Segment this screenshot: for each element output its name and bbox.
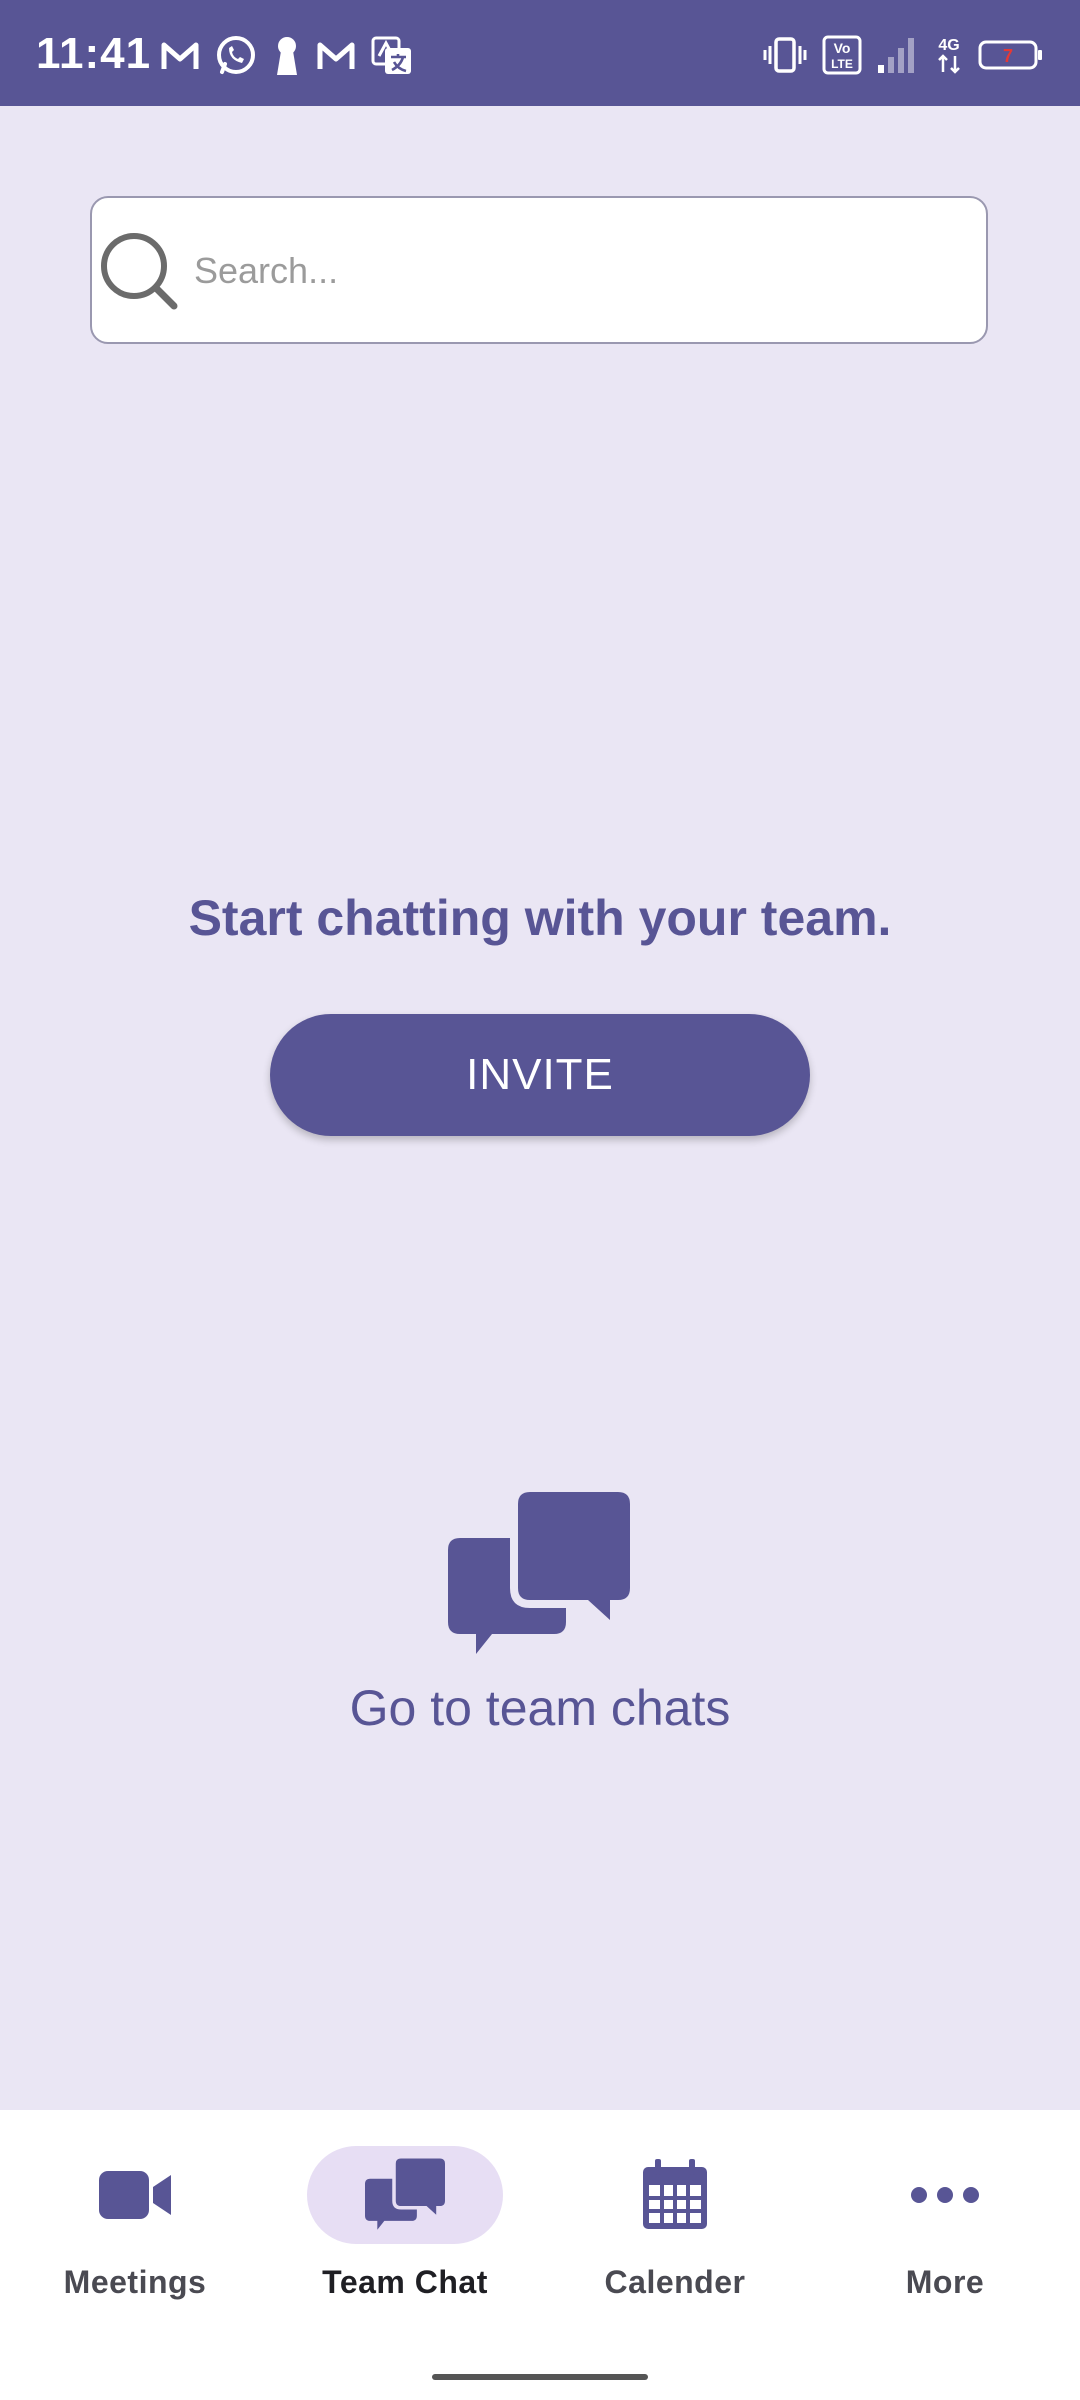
- translate-icon: [370, 35, 414, 77]
- chat-bubbles-icon: [365, 2155, 445, 2235]
- nav-label-meetings: Meetings: [63, 2264, 207, 2300]
- invite-button[interactable]: INVITE: [270, 1014, 810, 1136]
- nav-item-meetings[interactable]: Meetings: [35, 2146, 235, 2346]
- search-icon[interactable]: [98, 230, 180, 312]
- nav-item-more[interactable]: More: [845, 2146, 1045, 2346]
- svg-text:4G: 4G: [938, 37, 959, 54]
- nav-label-more: More: [905, 2264, 985, 2300]
- status-bar: 11:41 Vo LTE 4G 7: [0, 0, 1080, 106]
- empty-state-message: Start chatting with your team.: [188, 890, 892, 946]
- status-time: 11:41: [36, 29, 152, 78]
- 4g-data-icon: 4G: [934, 34, 964, 76]
- gmail-icon: [160, 37, 200, 75]
- chat-bubbles-icon: [448, 1492, 630, 1658]
- home-indicator[interactable]: [432, 2374, 648, 2380]
- battery-level-text: 7: [1003, 46, 1013, 66]
- search-input[interactable]: [192, 228, 956, 314]
- nav-label-team-chat: Team Chat: [322, 2264, 488, 2300]
- go-to-team-chats-link[interactable]: Go to team chats: [290, 1480, 790, 1750]
- keyhole-icon: [272, 35, 302, 77]
- svg-text:LTE: LTE: [831, 57, 853, 71]
- more-dots-icon: [905, 2155, 985, 2235]
- battery-icon: 7: [978, 37, 1044, 73]
- video-camera-icon: [95, 2155, 175, 2235]
- bottom-nav: Meetings Team Chat Calender More: [0, 2110, 1080, 2400]
- nav-item-team-chat[interactable]: Team Chat: [305, 2146, 505, 2346]
- volte-icon: Vo LTE: [822, 35, 862, 75]
- vibrate-icon: [762, 35, 808, 75]
- nav-label-calender: Calender: [604, 2264, 746, 2300]
- svg-text:Vo: Vo: [834, 40, 851, 56]
- gmail-icon: [316, 37, 356, 75]
- whatsapp-icon: [214, 34, 258, 78]
- system-icons: Vo LTE 4G 7: [762, 34, 1044, 76]
- go-to-team-chats-label: Go to team chats: [349, 1680, 731, 1736]
- nav-item-calender[interactable]: Calender: [575, 2146, 775, 2346]
- signal-icon: [876, 35, 920, 75]
- notification-icons: [160, 34, 414, 78]
- calendar-icon: [635, 2155, 715, 2235]
- search-bar[interactable]: [90, 196, 988, 344]
